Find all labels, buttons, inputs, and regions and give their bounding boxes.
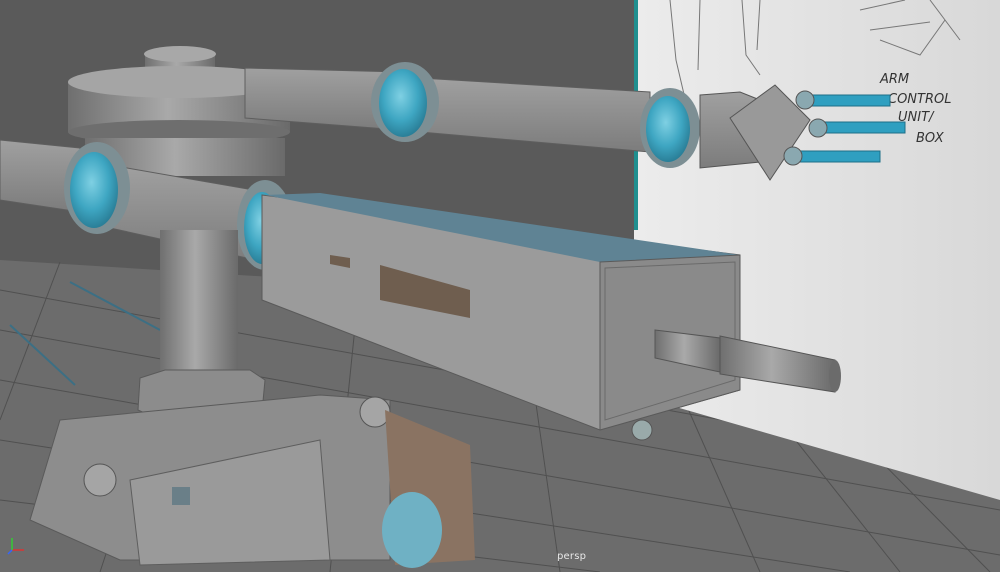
wheel xyxy=(382,492,442,568)
z-axis-line xyxy=(7,549,13,555)
base-knob-1 xyxy=(83,463,117,497)
vent-panel xyxy=(172,487,190,505)
viewport-3d[interactable]: ARM CONTROL UNIT/ BOX persp xyxy=(0,0,1000,572)
gripper-finger-1 xyxy=(811,94,891,107)
gripper-finger-2 xyxy=(819,121,906,134)
scene: ARM CONTROL UNIT/ BOX xyxy=(0,0,1000,572)
camera-label: persp xyxy=(557,551,587,562)
svg-text:ARM: ARM xyxy=(879,72,909,87)
svg-text:BOX: BOX xyxy=(916,131,945,146)
joint-upper-1 xyxy=(371,62,439,142)
svg-text:CONTROL: CONTROL xyxy=(888,92,951,107)
gripper-finger-3 xyxy=(799,150,881,163)
joint-upper-2 xyxy=(640,88,700,168)
axis-gizmo xyxy=(7,538,24,555)
joint-lower-1 xyxy=(64,142,130,234)
